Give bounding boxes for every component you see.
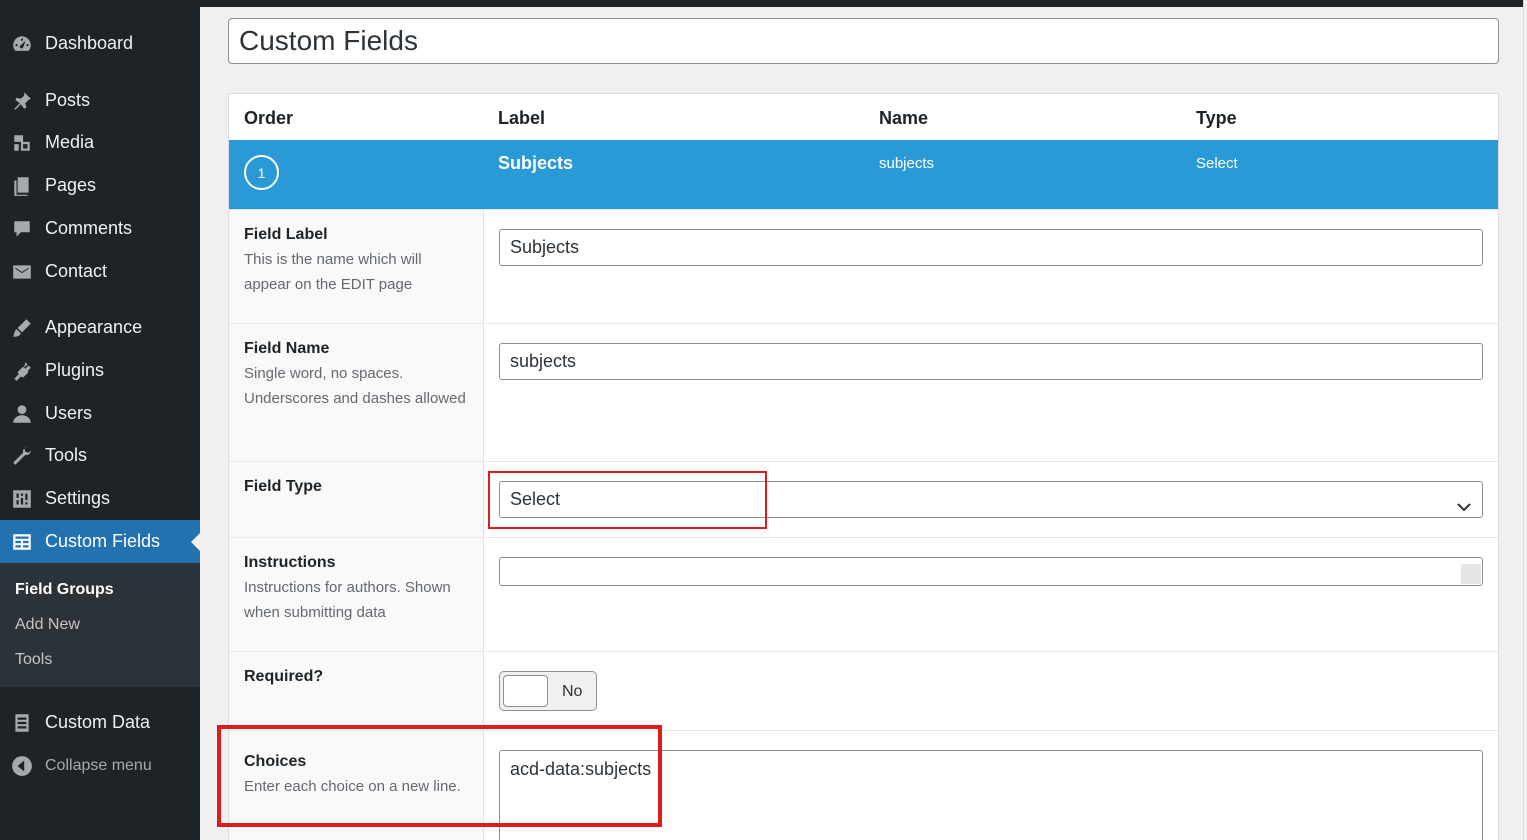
menu-contact[interactable]: Contact	[0, 250, 200, 293]
field-row-header[interactable]: 1 Subjects subjects Select	[229, 140, 1498, 209]
toggle-state: No	[562, 683, 583, 700]
pin-icon	[11, 90, 33, 112]
row-label-cell: Required?	[229, 652, 484, 730]
scrollbar[interactable]	[1523, 0, 1527, 840]
menu-label: Plugins	[45, 360, 105, 380]
order-badge[interactable]: 1	[244, 155, 279, 190]
field-group-title-input[interactable]: Custom Fields	[228, 18, 1499, 64]
highlight-box-field-type	[488, 471, 767, 529]
row-label-cell: Field Type	[229, 462, 484, 537]
menu-pages[interactable]: Pages	[0, 164, 200, 207]
comment-icon	[11, 218, 33, 240]
row-description: Single word, no spaces. Underscores and …	[244, 365, 466, 407]
submenu-field-groups[interactable]: Field Groups	[15, 581, 114, 599]
menu-comments[interactable]: Comments	[0, 207, 200, 250]
brush-icon	[11, 317, 33, 339]
pages-icon	[11, 175, 33, 197]
menu-posts[interactable]: Posts	[0, 79, 200, 122]
toggle-knob	[503, 675, 548, 707]
header-type: Type	[1196, 108, 1237, 128]
resize-handle[interactable]	[1461, 564, 1481, 584]
menu-label: Pages	[45, 175, 97, 195]
collapse-label: Collapse menu	[45, 757, 152, 774]
menu-tools[interactable]: Tools	[0, 434, 200, 477]
row-field-label: Field Label This is the name which will …	[229, 209, 1498, 323]
menu-label: Users	[45, 403, 93, 423]
mail-icon	[11, 261, 33, 283]
dashboard-icon	[11, 33, 33, 55]
active-indicator	[191, 532, 200, 551]
row-description: Instructions for authors. Shown when sub…	[244, 579, 451, 621]
row-field-name: Field Name Single word, no spaces. Under…	[229, 323, 1498, 461]
menu-label: Custom Fields	[45, 531, 161, 551]
field-row-type: Select	[1196, 155, 1238, 172]
highlight-box-choices	[217, 725, 662, 827]
admin-bar	[200, 0, 1527, 7]
menu-label: Comments	[45, 218, 133, 238]
wrench-icon	[11, 445, 33, 467]
row-description: This is the name which will appear on th…	[244, 251, 422, 293]
instructions-textarea[interactable]	[499, 557, 1483, 586]
collapse-menu-button[interactable]: Collapse menu	[0, 746, 200, 786]
user-icon	[11, 403, 33, 425]
chevron-down-icon	[1456, 492, 1472, 512]
menu-media[interactable]: Media	[0, 121, 200, 164]
row-field-type: Field Type Select	[229, 461, 1498, 537]
field-label-input[interactable]: Subjects	[499, 229, 1483, 266]
menu-label: Media	[45, 132, 95, 152]
row-required: Required? No	[229, 651, 1498, 730]
menu-appearance[interactable]: Appearance	[0, 306, 200, 349]
menu-custom-fields[interactable]: Custom Fields	[0, 520, 200, 563]
menu-users[interactable]: Users	[0, 392, 200, 435]
menu-label: Posts	[45, 90, 91, 110]
menu-settings[interactable]: Settings	[0, 477, 200, 520]
menu-label: Custom Data	[45, 712, 151, 732]
row-title: Field Type	[244, 478, 322, 495]
menu-dashboard[interactable]: Dashboard	[0, 22, 200, 65]
collapse-icon	[11, 755, 33, 777]
required-toggle[interactable]: No	[499, 671, 597, 711]
header-label: Label	[498, 108, 546, 128]
row-instructions: Instructions Instructions for authors. S…	[229, 537, 1498, 651]
row-title: Instructions	[244, 554, 336, 571]
field-row-label[interactable]: Subjects	[498, 153, 573, 174]
row-title: Field Label	[244, 226, 328, 243]
header-name: Name	[879, 108, 929, 128]
menu-label: Settings	[45, 488, 111, 508]
row-label-cell: Field Label This is the name which will …	[229, 210, 484, 323]
menu-plugins[interactable]: Plugins	[0, 349, 200, 392]
row-label-cell: Field Name Single word, no spaces. Under…	[229, 324, 484, 461]
menu-label: Tools	[45, 445, 88, 465]
data-icon	[11, 712, 33, 734]
row-title: Required?	[244, 668, 324, 685]
row-title: Field Name	[244, 340, 330, 357]
media-icon	[11, 132, 33, 154]
menu-label: Dashboard	[45, 33, 134, 53]
fields-icon	[11, 531, 33, 553]
menu-custom-data[interactable]: Custom Data	[0, 701, 200, 744]
header-order: Order	[244, 108, 294, 128]
custom-fields-submenu: Field Groups Add New Tools	[0, 563, 200, 687]
field-row-name: subjects	[879, 155, 935, 172]
settings-icon	[11, 488, 33, 510]
menu-label: Appearance	[45, 317, 143, 337]
admin-sidebar: Dashboard Posts Media Pages Comments Con…	[0, 0, 200, 840]
field-name-input[interactable]: subjects	[499, 343, 1483, 380]
row-label-cell: Instructions Instructions for authors. S…	[229, 538, 484, 651]
submenu-tools[interactable]: Tools	[15, 651, 52, 669]
menu-label: Contact	[45, 261, 108, 281]
submenu-add-new[interactable]: Add New	[15, 616, 80, 634]
plugin-icon	[11, 360, 33, 382]
